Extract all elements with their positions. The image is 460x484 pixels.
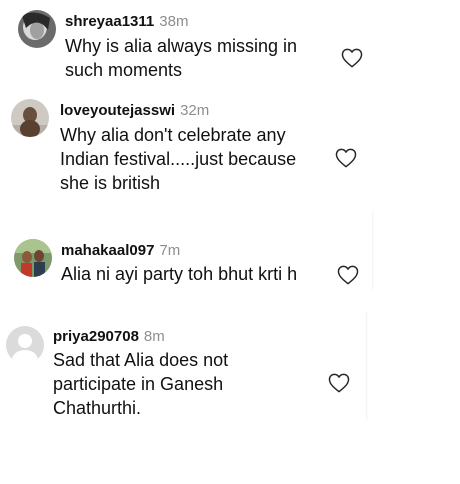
username[interactable]: priya290708 [53, 328, 139, 345]
comment-text: Sad that Alia does not participate in Ga… [53, 350, 229, 418]
username[interactable]: shreyaa1311 [65, 13, 154, 30]
user-avatar[interactable] [11, 99, 49, 137]
timestamp: 38m [159, 13, 189, 30]
username[interactable]: mahakaal097 [61, 242, 154, 259]
username[interactable]: loveyoutejasswi [60, 102, 175, 119]
timestamp: 8m [143, 328, 165, 345]
comment-text: Why is alia always missing in such momen… [65, 36, 298, 80]
timestamp: 7m [159, 242, 181, 259]
user-avatar[interactable] [18, 10, 56, 48]
comment-meta: shreyaa1311 38m [65, 12, 188, 32]
comment-text: Why alia don't celebrate any Indian fest… [60, 125, 297, 193]
comment-item: shreyaa1311 38m Why is alia always missin… [0, 0, 460, 90]
comment-item: mahakaal097 7m Alia ni ayi party toh bhut… [0, 230, 460, 310]
avatar-photo [18, 10, 56, 48]
avatar-photo [11, 99, 49, 137]
comment-text: Alia ni ayi party toh bhut krti h [61, 264, 298, 284]
comment-meta: loveyoutejasswi 32m [60, 101, 209, 121]
comment-item: priya290708 8m Sad that Alia does not par… [0, 316, 460, 426]
heart-outline-icon[interactable] [328, 373, 350, 393]
comment-meta: mahakaal097 7m [61, 241, 180, 261]
default-user-avatar-icon[interactable] [6, 326, 44, 364]
heart-outline-icon[interactable] [341, 48, 363, 68]
heart-outline-icon[interactable] [335, 148, 357, 168]
avatar-placeholder [6, 326, 44, 364]
comment-meta: priya290708 8m [53, 327, 165, 347]
heart-outline-icon[interactable] [337, 265, 359, 285]
avatar-photo [14, 239, 52, 277]
comment-item: loveyoutejasswi 32m Why alia don't celebr… [0, 90, 460, 210]
timestamp: 32m [180, 102, 210, 119]
user-avatar[interactable] [14, 239, 52, 277]
